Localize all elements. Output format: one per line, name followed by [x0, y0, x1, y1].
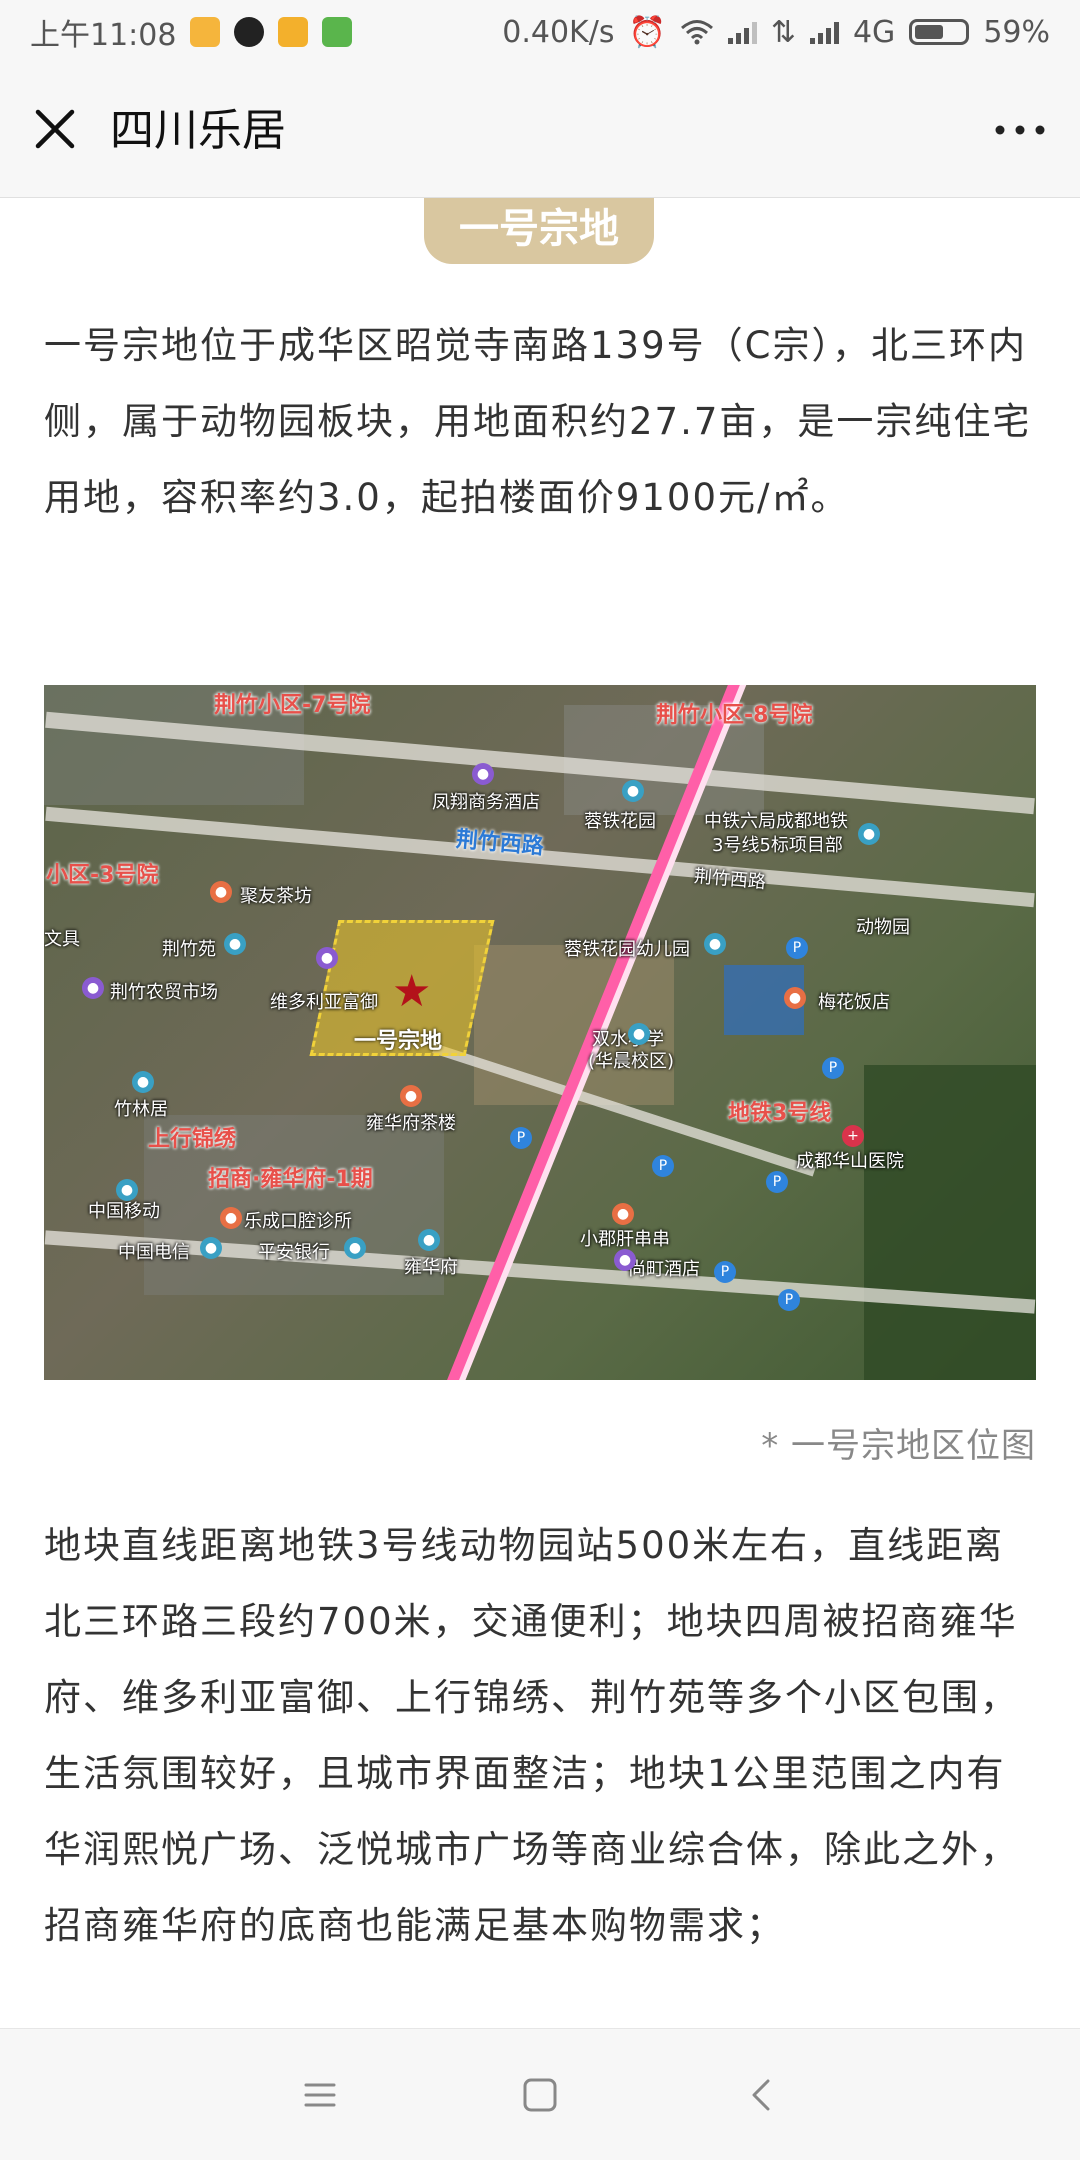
map-label: 雍华府: [404, 1257, 458, 1278]
poi-pin-icon: ●: [858, 823, 880, 845]
poi-pin-icon: ●: [614, 1249, 636, 1271]
star-marker-icon: ★: [392, 966, 432, 1017]
network-type: 4G: [852, 14, 896, 50]
poi-pin-icon: ●: [344, 1237, 366, 1259]
poi-pin-icon: ●: [82, 977, 104, 999]
map-label: 荆竹农贸市场: [110, 982, 218, 1003]
navigation-bar: [0, 2028, 1080, 2160]
poi-pin-icon: ●: [612, 1203, 634, 1225]
map-label: 动物园: [856, 917, 910, 938]
map-label: 蓉铁花园: [584, 811, 656, 832]
poi-pin-icon: ●: [418, 1229, 440, 1251]
map-label: 维多利亚富御: [270, 992, 378, 1013]
wifi-icon: [680, 20, 713, 45]
map-label: 3号线5标项目部: [712, 835, 843, 856]
battery-percent: 59%: [983, 14, 1050, 50]
signal-icon-2: [809, 20, 839, 44]
map-label: 中铁六局成都地铁: [704, 811, 848, 832]
page-title: 四川乐居: [110, 105, 286, 156]
menu-icon[interactable]: [298, 2073, 342, 2117]
home-icon[interactable]: [518, 2073, 562, 2117]
map-label: 凤翔商务酒店: [432, 792, 540, 813]
notification-app-icon: [190, 17, 221, 47]
map-label: 蓉铁花园幼儿园: [564, 939, 690, 960]
alarm-icon: ⏰: [628, 14, 666, 50]
net-speed: 0.40K/s: [502, 14, 615, 50]
qq-icon: [234, 17, 265, 47]
map-label: 尚町酒店: [628, 1259, 700, 1280]
notification-green-icon: [322, 17, 353, 47]
map-label: 小区-3号院: [46, 863, 159, 888]
map-label: 荆竹小区-7号院: [214, 693, 371, 718]
notification-yellow-icon: [278, 17, 309, 47]
status-bar: 上午11:08 0.40K/s ⏰ ⇅ 4G 59%: [0, 0, 1080, 64]
signal-icon-1: [727, 20, 757, 44]
parking-icon: P: [766, 1171, 788, 1193]
parking-icon: P: [652, 1155, 674, 1177]
poi-pin-icon: ●: [784, 987, 806, 1009]
map-label: 小郡肝串串: [580, 1229, 670, 1250]
battery-icon: [909, 19, 970, 45]
map-label: 梅花饭店: [818, 992, 890, 1013]
map-caption: * 一号宗地区位图: [761, 1426, 1036, 1466]
parking-icon: P: [822, 1057, 844, 1079]
map-label: 上行锦绣: [148, 1127, 237, 1152]
poi-pin-icon: ●: [400, 1085, 422, 1107]
poi-pin-icon: ●: [628, 1023, 650, 1045]
map-label: 平安银行: [258, 1242, 330, 1263]
map-label: 地铁3号线: [728, 1101, 832, 1126]
title-bar: 四川乐居: [0, 64, 1080, 198]
poi-pin-icon: ●: [224, 933, 246, 955]
close-icon[interactable]: [30, 104, 80, 154]
poi-pin-icon: ●: [220, 1207, 242, 1229]
map-label: 一号宗地: [354, 1029, 443, 1054]
poi-pin-icon: ●: [116, 1179, 138, 1201]
more-icon[interactable]: [990, 112, 1050, 148]
parking-icon: P: [778, 1289, 800, 1311]
article-paragraph-2: 地块直线距离地铁3号线动物园站500米左右，直线距离北三环路三段约700米，交通…: [44, 1524, 1019, 1947]
back-icon[interactable]: [740, 2073, 784, 2117]
map-label: 中国移动: [88, 1201, 160, 1222]
map-label: 竹林居: [114, 1099, 168, 1120]
map-label: 荆竹小区-8号院: [656, 703, 813, 728]
poi-pin-icon: ●: [316, 947, 338, 969]
map-label: (华晨校区): [588, 1051, 675, 1072]
poi-pin-icon: ●: [132, 1071, 154, 1093]
map-label: 文具: [44, 929, 80, 950]
map-label: 荆竹苑: [162, 939, 216, 960]
poi-pin-icon: ●: [704, 933, 726, 955]
status-right: 0.40K/s ⏰ ⇅ 4G 59%: [502, 15, 1050, 50]
status-time: 上午11:08: [30, 18, 177, 53]
map-label: 中国电信: [118, 1242, 190, 1263]
poi-pin-icon: +: [842, 1125, 864, 1147]
poi-pin-icon: ●: [472, 763, 494, 785]
poi-pin-icon: ●: [210, 881, 232, 903]
article-content: 一号宗地 一号宗地位于成华区昭觉寺南路139号（C宗），北三环内侧，属于动物园板…: [0, 198, 1080, 2028]
parking-icon: P: [786, 937, 808, 959]
section-tag: 一号宗地: [424, 198, 654, 264]
status-left: 上午11:08: [30, 10, 353, 54]
map-label: 乐成口腔诊所: [244, 1211, 352, 1232]
parking-icon: P: [510, 1127, 532, 1149]
parking-icon: P: [714, 1261, 736, 1283]
battery-fill: [915, 25, 944, 39]
map-label: 雍华府茶楼: [366, 1113, 456, 1134]
article-paragraph-1: 一号宗地位于成华区昭觉寺南路139号（C宗），北三环内侧，属于动物园板块，用地面…: [44, 324, 1032, 519]
location-map-image: ★ 荆竹小区-7号院 荆竹小区-8号院 小区-3号院 荆竹西路 荆竹西路 凤翔商…: [44, 685, 1036, 1380]
poi-pin-icon: ●: [622, 780, 644, 802]
map-label: 成都华山医院: [796, 1151, 904, 1172]
poi-pin-icon: ●: [200, 1237, 222, 1259]
data-transfer-icon: ⇅: [770, 14, 796, 50]
map-label: 招商·雍华府-1期: [208, 1167, 373, 1192]
map-label: 聚友茶坊: [240, 886, 312, 907]
